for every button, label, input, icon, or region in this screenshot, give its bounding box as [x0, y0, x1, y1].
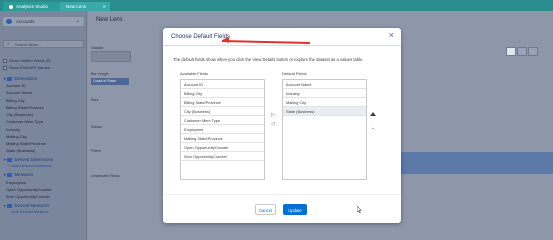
dimension-item[interactable]: Mailing State/Province: [6, 141, 46, 146]
stacks-label: Stacks: [91, 125, 102, 129]
measure-item[interactable]: Employees: [6, 180, 26, 185]
available-fields-list[interactable]: Account ID Billing City Billing State/Pr…: [180, 79, 265, 180]
dataset-icon: [6, 19, 12, 24]
default-field-option-selected[interactable]: State (Business): [283, 107, 366, 116]
tab-analytics-studio[interactable]: Analytics Studio: [3, 2, 60, 11]
default-field-option[interactable]: Industry: [283, 89, 366, 98]
dimension-item[interactable]: Industry: [6, 127, 20, 132]
default-field-option[interactable]: Mailing City: [283, 98, 366, 107]
tab-new-lens[interactable]: New Lens ✕: [60, 2, 110, 11]
available-fields-label: Available Fields: [180, 71, 208, 76]
available-field-option[interactable]: Billing City: [181, 89, 264, 98]
field-search-input[interactable]: ⌕ Search fields...: [3, 40, 84, 48]
dimension-item[interactable]: Billing City: [6, 98, 25, 103]
choose-default-fields-modal: Choose Default Fields × The default fiel…: [163, 28, 401, 223]
dimension-item[interactable]: Billing State/Province: [6, 105, 44, 110]
fields-sidebar: Accounts ⌄ ⌕ Search fields... Show Hidde…: [0, 11, 87, 240]
collapse-triangle-icon: ▼: [3, 204, 7, 208]
modal-description: The default fields show when you click t…: [173, 57, 364, 62]
show-api-names-checkbox[interactable]: Show Field API Names: [3, 65, 50, 70]
measure-icon: [7, 172, 13, 177]
mouse-cursor-icon: [357, 206, 362, 213]
measures-header[interactable]: ▼ Measures: [3, 172, 33, 177]
chevron-down-icon: ⌄: [75, 18, 80, 24]
dimension-item[interactable]: Customer Mem Type: [6, 119, 43, 124]
collapse-triangle-icon: ▼: [3, 173, 7, 177]
chart-view-button[interactable]: [506, 47, 516, 56]
collapse-triangle-icon: ▼: [3, 158, 7, 162]
close-icon[interactable]: ×: [389, 31, 394, 40]
dimension-item[interactable]: Account Name: [6, 90, 32, 95]
close-tab-icon[interactable]: ✕: [103, 4, 106, 9]
dimension-icon: [7, 157, 13, 162]
tab-label: New Lens: [66, 4, 87, 9]
dataset-selector[interactable]: Accounts ⌄: [3, 17, 84, 26]
add-derived-dimension-link[interactable]: + Add Derived Dimension: [9, 164, 52, 168]
bars-label: Bars: [91, 98, 99, 102]
section-label: Measures: [14, 172, 34, 177]
modal-footer: Cancel Update: [163, 194, 401, 223]
derived-measures-header[interactable]: ▼ Derived Measures: [3, 203, 49, 208]
unselected-label: Unselected Fields: [91, 174, 120, 178]
dimension-item[interactable]: City (Business): [6, 112, 33, 117]
show-hidden-checkbox[interactable]: Show Hidden Fields (0): [3, 58, 51, 63]
available-field-option[interactable]: Account ID: [181, 80, 264, 89]
checkbox-icon: [3, 58, 7, 63]
dataset-label: Dataset: [91, 46, 104, 50]
chart-bar[interactable]: [386, 152, 553, 174]
filters-label: Filters: [91, 149, 101, 153]
move-down-icon[interactable]: ⌄: [371, 125, 375, 131]
update-button[interactable]: Update: [283, 204, 307, 215]
search-placeholder: Search fields...: [15, 42, 42, 47]
measure-item[interactable]: Open OpportunityCounter: [6, 187, 52, 192]
available-field-option[interactable]: City (Business): [181, 107, 264, 116]
move-left-icon[interactable]: ◁: [271, 121, 275, 127]
options-button[interactable]: [528, 47, 538, 56]
available-field-option[interactable]: Customer Mem Type: [181, 116, 264, 125]
default-fields-label: Default Fields: [282, 71, 307, 76]
section-label: Derived Measures: [14, 203, 50, 208]
add-derived-measure-link[interactable]: + Add Derived Measure: [9, 210, 49, 214]
dimensions-header[interactable]: ▼ Dimensions: [3, 76, 37, 81]
search-icon: ⌕: [7, 41, 10, 47]
dimension-item[interactable]: State (Business): [6, 148, 35, 153]
available-field-option[interactable]: Won OpportunityCounter: [181, 152, 264, 161]
checkbox-icon: [3, 65, 7, 70]
default-field-option[interactable]: Account Name: [283, 80, 366, 89]
analytics-icon: [9, 4, 13, 9]
bar-length-label: Bar Length: [91, 72, 109, 76]
available-field-option[interactable]: Open OpportunityCounter: [181, 143, 264, 152]
move-up-icon[interactable]: [370, 112, 376, 116]
measure-icon: [7, 203, 13, 208]
section-label: Dimensions: [14, 76, 37, 81]
measure-pill[interactable]: Count of Rows: [91, 78, 129, 85]
move-right-icon[interactable]: ▷: [271, 112, 275, 118]
checkbox-label: Show Field API Names: [9, 65, 50, 70]
available-field-option[interactable]: Employees: [181, 125, 264, 134]
table-view-button[interactable]: [517, 47, 527, 56]
derived-dimensions-header[interactable]: ▼ Derived Dimensions: [3, 157, 53, 162]
available-field-option[interactable]: Billing State/Province: [181, 98, 264, 107]
checkbox-label: Show Hidden Fields (0): [9, 58, 51, 63]
page-title: New Lens: [96, 17, 123, 23]
dimension-item[interactable]: Account ID: [6, 83, 26, 88]
default-fields-list[interactable]: Account Name Industry Mailing City State…: [282, 79, 367, 180]
measure-item[interactable]: Won OpportunityCounter: [6, 194, 50, 199]
dataset-name: Accounts: [16, 19, 35, 24]
dimension-item[interactable]: Mailing City: [6, 134, 27, 139]
dataset-chip[interactable]: [91, 51, 131, 62]
tab-label: Analytics Studio: [16, 4, 49, 9]
section-label: Derived Dimensions: [14, 157, 53, 162]
dimension-icon: [7, 76, 13, 81]
available-field-option[interactable]: Mailing State/Province: [181, 134, 264, 143]
collapse-triangle-icon: ▼: [3, 77, 7, 81]
annotation-arrowhead: [222, 37, 229, 43]
app-header: Analytics Studio New Lens ✕: [0, 0, 553, 11]
cancel-button[interactable]: Cancel: [255, 204, 276, 215]
